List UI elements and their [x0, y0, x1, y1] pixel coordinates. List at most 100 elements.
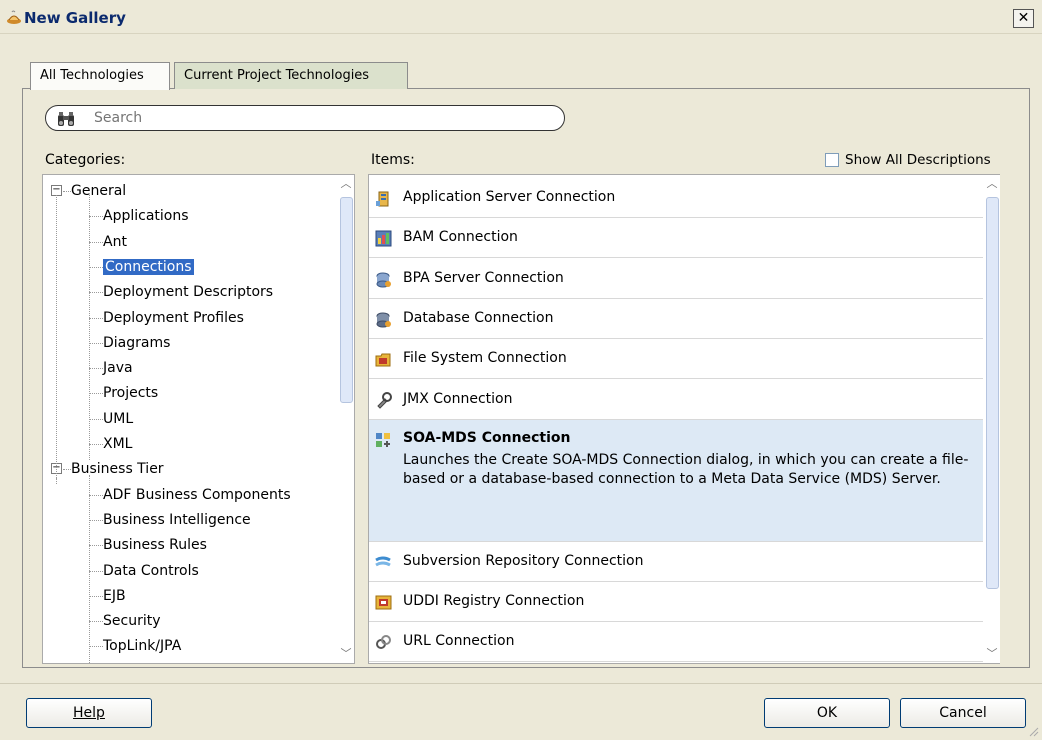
- soa-mds-icon: [376, 432, 390, 447]
- items-scrollbar[interactable]: ︿ ﹀: [984, 175, 1000, 663]
- uddi-icon: [375, 595, 392, 610]
- tree-connector: [89, 292, 103, 294]
- tree-connector: [89, 393, 103, 395]
- gallery-item[interactable]: URL Connection: [369, 622, 983, 663]
- ok-button[interactable]: OK: [764, 698, 890, 728]
- cancel-button[interactable]: Cancel: [900, 698, 1026, 728]
- gallery-item-label: Database Connection: [403, 309, 554, 326]
- gallery-item-label: BPA Server Connection: [403, 269, 564, 286]
- tree-item[interactable]: UML: [103, 408, 133, 430]
- gallery-item[interactable]: WebDAV Connection: [369, 663, 983, 664]
- tab-all-technologies[interactable]: All Technologies: [30, 62, 170, 90]
- tree-item[interactable]: Applications: [103, 205, 189, 227]
- tree-item[interactable]: Data Controls: [103, 560, 199, 582]
- resize-grip-icon[interactable]: [1027, 725, 1039, 737]
- items-list: Application Server Connection BAM Connect…: [368, 174, 1000, 664]
- tree-connector: [56, 195, 57, 478]
- close-button[interactable]: ✕: [1013, 9, 1034, 28]
- tree-item[interactable]: Diagrams: [103, 332, 170, 354]
- help-button-label: Help: [73, 705, 105, 721]
- tree-connector: [89, 216, 103, 218]
- tree-item[interactable]: Business Rules: [103, 534, 207, 556]
- items-label: Items:: [371, 152, 415, 168]
- show-all-descriptions[interactable]: Show All Descriptions: [825, 152, 991, 168]
- scroll-up-icon[interactable]: ︿: [338, 177, 354, 191]
- tree-item-label: XML: [103, 436, 133, 452]
- tree-connector: [89, 195, 90, 460]
- gallery-item-label: Subversion Repository Connection: [403, 552, 644, 569]
- show-all-descriptions-checkbox[interactable]: [825, 153, 839, 167]
- tab-current-project-technologies[interactable]: Current Project Technologies: [174, 62, 408, 89]
- tree-item-label: Business Tier: [71, 461, 164, 478]
- tree-item-label: Connections: [103, 258, 194, 275]
- tree-connector: [89, 570, 103, 572]
- tree-item[interactable]: Security: [103, 610, 161, 632]
- gallery-item[interactable]: JMX Connection: [369, 380, 983, 420]
- tree-item[interactable]: ADF Business Components: [103, 484, 291, 506]
- scroll-up-icon[interactable]: ︿: [984, 177, 1000, 191]
- tree-item[interactable]: Connections: [103, 256, 194, 278]
- search-input[interactable]: [94, 109, 544, 127]
- gallery-item[interactable]: Application Server Connection: [369, 178, 983, 218]
- gallery-item-label: File System Connection: [403, 350, 567, 367]
- title-bar: New Gallery ✕: [0, 0, 1042, 34]
- gallery-item[interactable]: SOA-MDS Connection Launches the Create SO…: [369, 419, 983, 542]
- tree-item-label: Projects: [103, 385, 159, 402]
- tree-item-label: Java: [103, 360, 133, 377]
- tree-connector: [89, 621, 103, 623]
- tree-connector: [89, 241, 103, 243]
- folder-icon: [375, 353, 391, 367]
- tree-item[interactable]: TopLink/JPA: [103, 635, 181, 657]
- ok-button-label: OK: [816, 705, 838, 721]
- gallery-item-label: JMX Connection: [403, 390, 513, 407]
- gallery-item-label: BAM Connection: [403, 229, 518, 246]
- tree-item[interactable]: Deployment Profiles: [103, 307, 244, 329]
- scroll-down-icon[interactable]: ﹀: [984, 647, 1000, 661]
- tree-connector: [89, 545, 103, 547]
- categories-scrollbar[interactable]: ︿ ﹀: [338, 175, 354, 663]
- tree-item[interactable]: EJB: [103, 585, 126, 607]
- gallery-item[interactable]: Database Connection: [369, 299, 983, 339]
- gallery-item[interactable]: BAM Connection: [369, 218, 983, 259]
- tree-group[interactable]: Business Tier: [71, 458, 164, 480]
- gallery-item[interactable]: Subversion Repository Connection: [369, 542, 983, 582]
- search-box[interactable]: [45, 105, 565, 131]
- tree-connector: [89, 266, 103, 268]
- gallery-item-label: UDDI Registry Connection: [403, 593, 585, 610]
- tree-item-label: UML: [103, 410, 134, 427]
- app-icon: [7, 10, 21, 24]
- help-button[interactable]: Help: [26, 698, 152, 728]
- tree-item[interactable]: Java: [103, 357, 133, 379]
- tree-connector: [89, 418, 103, 420]
- categories-label: Categories:: [45, 152, 126, 168]
- tree-connector: [89, 444, 103, 445]
- database-icon: [376, 312, 391, 328]
- items-scroll-thumb[interactable]: [986, 197, 999, 589]
- tree-item[interactable]: XML: [103, 433, 132, 455]
- binoculars-icon: [58, 112, 74, 126]
- tree-item-label: Data Controls: [103, 562, 199, 579]
- tree-group[interactable]: General: [71, 180, 126, 202]
- tree-item[interactable]: Business Intelligence: [103, 509, 251, 531]
- categories-scroll-thumb[interactable]: [340, 197, 353, 403]
- gallery-item-label: SOA-MDS Connection: [403, 429, 571, 446]
- cancel-button-label: Cancel: [939, 705, 987, 721]
- tree-item[interactable]: Deployment Descriptors: [103, 281, 273, 303]
- footer-separator: [0, 683, 1042, 684]
- tree-item-label: Ant: [103, 233, 127, 250]
- gallery-item[interactable]: File System Connection: [369, 339, 983, 380]
- tree-item-label: ADF Business Components: [103, 486, 291, 503]
- tree-item-label: Diagrams: [103, 334, 171, 351]
- scroll-down-icon[interactable]: ﹀: [338, 647, 354, 661]
- tree-item[interactable]: Ant: [103, 231, 127, 253]
- tree-item[interactable]: Projects: [103, 382, 158, 404]
- tree-item-label: Business Intelligence: [103, 511, 251, 528]
- gallery-item[interactable]: BPA Server Connection: [369, 259, 983, 299]
- tree-connector: [89, 342, 103, 344]
- gallery-item[interactable]: UDDI Registry Connection: [369, 582, 983, 623]
- tree-item-label: General: [71, 183, 127, 199]
- tree-connector: [89, 368, 103, 370]
- gallery-item-label: URL Connection: [403, 633, 515, 650]
- tree-connector: [63, 469, 71, 471]
- tree-item-label: Deployment Descriptors: [103, 284, 274, 301]
